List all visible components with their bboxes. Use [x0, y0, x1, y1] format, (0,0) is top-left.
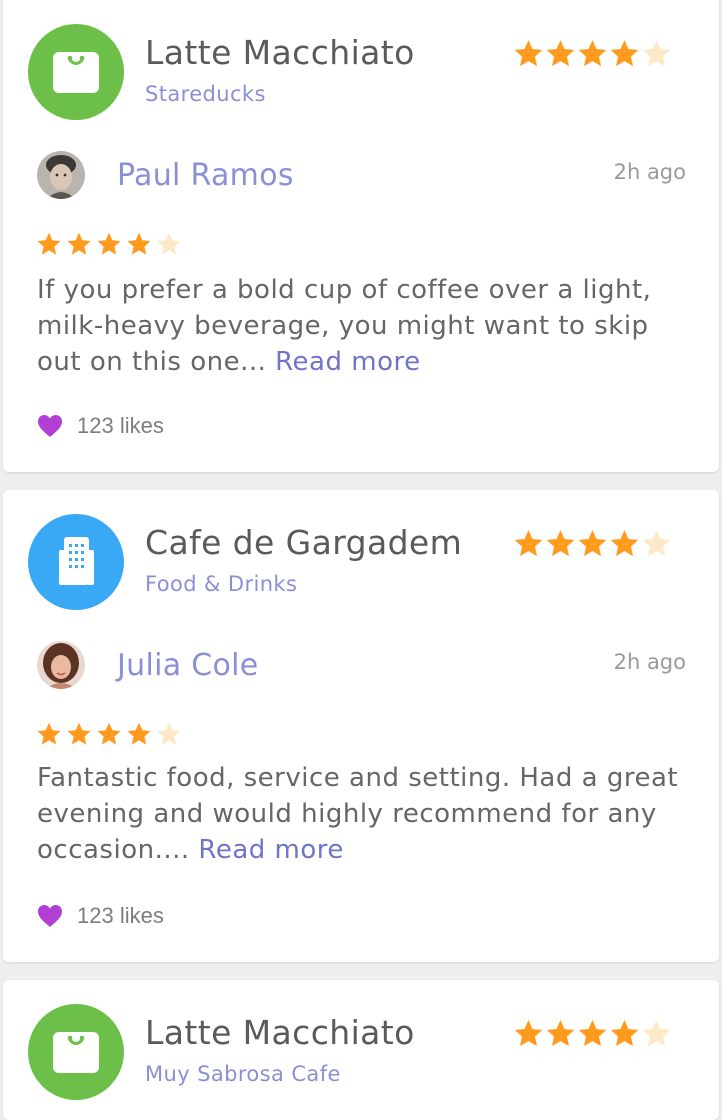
- star-filled-icon: [96, 721, 122, 747]
- heart-icon: [38, 905, 62, 927]
- place-subtitle[interactable]: Food & Drinks: [145, 572, 297, 596]
- review-card[interactable]: Latte Macchiato Muy Sabrosa Cafe: [3, 980, 719, 1120]
- star-filled-icon: [126, 231, 152, 257]
- star-filled-icon: [545, 38, 576, 69]
- heart-icon: [38, 415, 62, 437]
- star-filled-icon: [577, 38, 608, 69]
- like-button[interactable]: 123 likes: [37, 903, 164, 929]
- star-filled-icon: [545, 1018, 576, 1049]
- read-more-link[interactable]: Read more: [275, 347, 420, 377]
- like-button[interactable]: 123 likes: [37, 413, 164, 439]
- review-rating: [36, 231, 182, 257]
- review-card[interactable]: Cafe de Gargadem Food & Drinks Julia Col…: [3, 490, 719, 962]
- star-filled-icon: [609, 1018, 640, 1049]
- likes-count: 123 likes: [77, 413, 164, 438]
- star-empty-icon: [641, 528, 672, 559]
- review-card[interactable]: Latte Macchiato Stareducks Paul Ramos 2h…: [3, 0, 719, 472]
- place-name[interactable]: Latte Macchiato: [145, 33, 415, 72]
- likes-count: 123 likes: [77, 903, 164, 928]
- review-text: If you prefer a bold cup of coffee over …: [37, 272, 697, 380]
- star-empty-icon: [641, 1018, 672, 1049]
- place-subtitle[interactable]: Muy Sabrosa Cafe: [145, 1062, 341, 1086]
- star-empty-icon: [156, 721, 182, 747]
- shopping-bag-icon: [28, 24, 124, 120]
- timestamp: 2h ago: [613, 160, 686, 184]
- star-filled-icon: [66, 231, 92, 257]
- building-icon: [28, 514, 124, 610]
- timestamp: 2h ago: [613, 650, 686, 674]
- avatar[interactable]: [37, 641, 85, 689]
- star-filled-icon: [513, 1018, 544, 1049]
- star-filled-icon: [577, 1018, 608, 1049]
- star-filled-icon: [577, 528, 608, 559]
- star-filled-icon: [513, 38, 544, 69]
- reviewer-name[interactable]: Paul Ramos: [117, 158, 294, 193]
- reviewer-name[interactable]: Julia Cole: [117, 648, 259, 683]
- star-filled-icon: [96, 231, 122, 257]
- review-text: Fantastic food, service and setting. Had…: [37, 760, 697, 868]
- place-rating: [513, 38, 672, 69]
- review-body: Fantastic food, service and setting. Had…: [37, 763, 679, 865]
- star-filled-icon: [609, 38, 640, 69]
- star-filled-icon: [36, 721, 62, 747]
- place-rating: [513, 528, 672, 559]
- place-name[interactable]: Cafe de Gargadem: [145, 523, 462, 562]
- review-rating: [36, 721, 182, 747]
- avatar[interactable]: [37, 151, 85, 199]
- place-rating: [513, 1018, 672, 1049]
- star-filled-icon: [66, 721, 92, 747]
- star-filled-icon: [545, 528, 576, 559]
- star-filled-icon: [609, 528, 640, 559]
- place-subtitle[interactable]: Stareducks: [145, 82, 266, 106]
- star-filled-icon: [513, 528, 544, 559]
- star-empty-icon: [156, 231, 182, 257]
- star-filled-icon: [36, 231, 62, 257]
- star-filled-icon: [126, 721, 152, 747]
- star-empty-icon: [641, 38, 672, 69]
- read-more-link[interactable]: Read more: [198, 835, 343, 865]
- place-name[interactable]: Latte Macchiato: [145, 1013, 415, 1052]
